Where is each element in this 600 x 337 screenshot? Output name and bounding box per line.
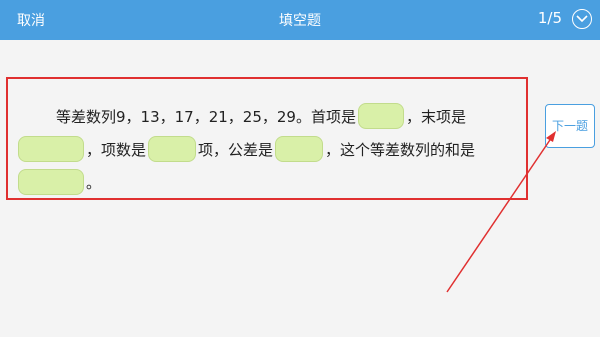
annotation-arrow [446, 131, 556, 293]
